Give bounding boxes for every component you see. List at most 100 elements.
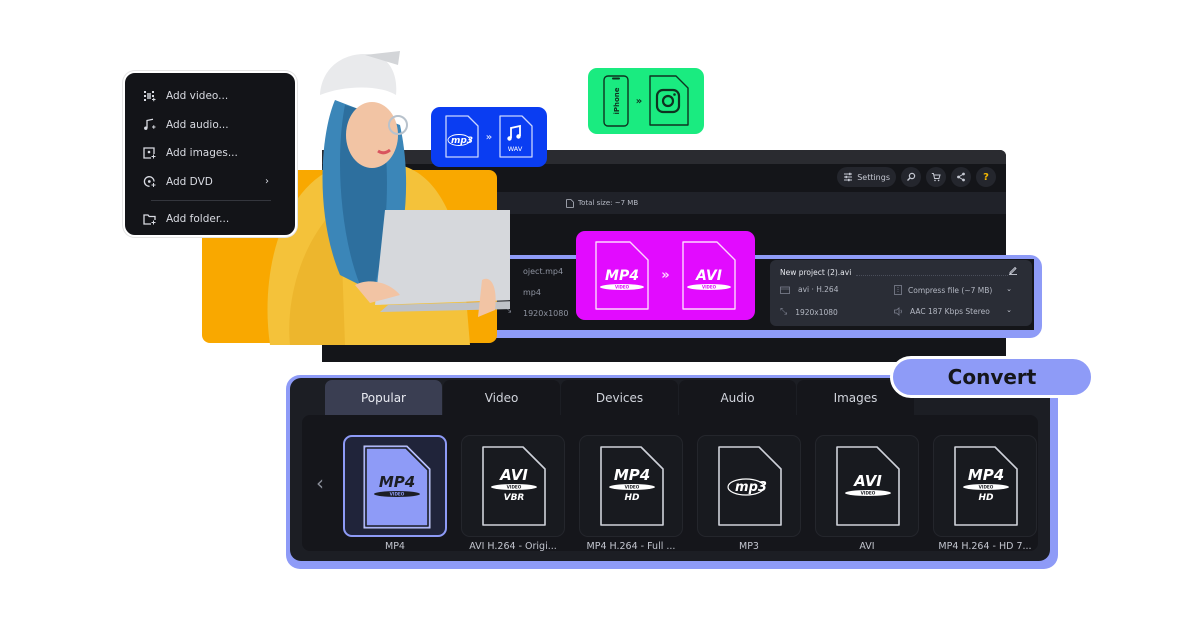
format-tile[interactable]: AVI VIDEO [815,435,919,537]
format-tile-label: AVI H.264 - Origi... [469,541,557,552]
format-panel-inner: Popular Video Devices Audio Images ‹ MP4… [290,378,1050,561]
menu-item-add-dvd[interactable]: Add DVD › [125,168,295,197]
format-tiles: ‹ MP4 VIDEO MP4 AVI VIDEO VBR AVI H.264 - Orig… [302,415,1038,552]
format-tile[interactable]: AVI VIDEO VBR [461,435,565,537]
svg-text:MP4: MP4 [614,466,650,484]
add-images-icon [143,147,156,159]
mp3-to-wav-badge: mp3 » WAV [431,107,547,167]
menu-item-add-images[interactable]: Add images... [125,139,295,168]
mp4-text: MP4 [605,268,639,284]
menu-item-label: Add folder... [166,213,230,226]
output-resolution-row: ⤡ 1920x1080 [780,307,838,317]
add-dvd-icon [143,176,156,188]
svg-text:HD: HD [624,493,640,503]
format-file-icon: MP4VIDEO HD [954,446,1018,526]
video-subtext: VIDEO [615,284,630,289]
svg-text:MP4: MP4 [379,473,415,491]
search-button[interactable] [901,167,921,187]
instagram-file-icon [649,75,689,126]
compress-dropdown[interactable]: Compress file (~7 MB) ⌄ [888,281,1020,299]
menu-item-add-video[interactable]: Add video... [125,82,295,111]
wav-text: WAV [508,145,523,153]
menu-item-label: Add audio... [166,118,229,131]
share-button[interactable] [951,167,971,187]
svg-text:VBR: VBR [504,493,525,503]
name-underline [856,275,1008,276]
format-file-icon: MP4VIDEO [363,445,431,529]
compress-label: Compress file (~7 MB) [908,285,993,295]
double-chevron-icon: » [661,268,670,283]
audio-label: AAC 187 Kbps Stereo [910,306,990,316]
output-codec-row: avi · H.264 [780,285,838,294]
svg-text:VIDEO: VIDEO [507,485,522,490]
tab-popular[interactable]: Popular [325,380,442,415]
video-format-icon [780,286,790,294]
iphone-text: iPhone [613,87,621,114]
format-tile-label: MP3 [739,541,759,552]
sliders-icon [844,172,853,182]
format-file-icon: MP4VIDEO HD [600,446,664,526]
svg-text:mp3: mp3 [735,480,767,495]
svg-text:VIDEO: VIDEO [979,485,994,490]
convert-button[interactable]: Convert [890,356,1094,398]
mp4-to-avi-badge: MP4 VIDEO » AVI VIDEO [576,231,755,320]
resize-icon: ⤡ [780,307,788,317]
menu-item-add-audio[interactable]: Add audio... [125,111,295,140]
output-settings-panel: New project (2).avi avi · H.264 ⤡ 1920x1… [770,260,1032,326]
source-resolution: 1920x1080 [523,309,569,318]
cart-icon [931,173,941,182]
svg-text:HD: HD [978,493,994,503]
svg-text:AVI: AVI [499,466,528,484]
audio-dropdown[interactable]: AAC 187 Kbps Stereo ⌄ [888,302,1020,320]
total-size: Total size: ~7 MB [578,199,639,207]
chevron-left-icon[interactable]: ‹ [316,471,324,495]
toolbar-actions: Settings ? [837,167,996,187]
source-file-format: mp4 [523,288,541,297]
search-icon [907,172,916,181]
format-tile[interactable]: MP4 VIDEO HD [579,435,683,537]
add-folder-icon [143,214,156,225]
compress-icon [894,285,902,295]
share-icon [957,172,965,182]
format-tile-label: AVI [859,541,875,552]
format-file-icon: AVIVIDEO VBR [482,446,546,526]
avi-text: AVI [695,268,722,284]
svg-text:VIDEO: VIDEO [625,485,640,490]
tab-video[interactable]: Video [443,380,560,415]
add-audio-icon [144,118,156,131]
help-icon: ? [983,171,989,183]
mp4-file-icon: MP4 VIDEO [595,240,649,310]
chevron-right-icon: › [265,176,269,188]
add-video-icon [144,90,156,101]
video-subtext: VIDEO [702,284,717,289]
tab-audio[interactable]: Audio [679,380,796,415]
settings-label: Settings [857,172,890,182]
file-icon [566,198,574,208]
iphone-icon: iPhone [603,75,629,127]
menu-item-add-folder[interactable]: Add folder... [125,205,295,234]
cart-button[interactable] [926,167,946,187]
settings-button[interactable]: Settings [837,167,896,187]
output-codec: avi · H.264 [798,285,839,294]
chevron-down-icon: ⌄ [1006,306,1012,314]
edit-icon[interactable] [1008,265,1018,275]
double-chevron-icon: » [635,95,643,107]
format-tile[interactable]: mp3 [697,435,801,537]
menu-item-label: Add images... [166,147,238,160]
format-tile-label: MP4 H.264 - HD 7... [938,541,1032,552]
format-tile[interactable]: MP4 VIDEO [343,435,447,537]
svg-text:VIDEO: VIDEO [861,491,876,496]
menu-item-label: Add DVD [166,175,213,188]
tab-devices[interactable]: Devices [561,380,678,415]
svg-text:VIDEO: VIDEO [390,492,405,497]
format-tile-label: MP4 H.264 - Full ... [586,541,676,552]
output-file-name[interactable]: New project (2).avi [780,268,851,277]
format-tabs: Popular Video Devices Audio Images [325,380,915,415]
add-media-menu: Add video... Add audio... Add images... … [123,71,297,237]
format-tile[interactable]: MP4 VIDEO HD [933,435,1037,537]
svg-text:AVI: AVI [853,472,882,490]
output-resolution: 1920x1080 [795,307,838,317]
help-button[interactable]: ? [976,167,996,187]
format-file-icon: mp3 [718,446,782,526]
format-file-icon: AVIVIDEO [836,446,900,526]
